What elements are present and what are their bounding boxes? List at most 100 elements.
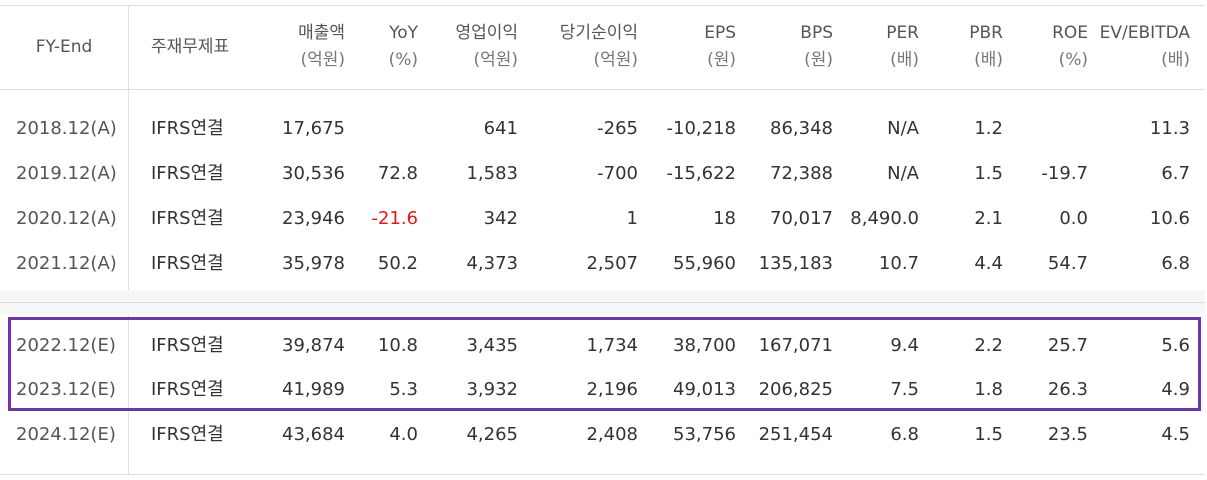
- header-label: YoY: [389, 23, 418, 43]
- header-eps: EPS (원): [660, 20, 736, 74]
- cell-per: N/A: [887, 118, 919, 139]
- header-yoy: YoY (%): [350, 20, 418, 74]
- cell-ev-ebitda: 11.3: [1149, 118, 1190, 139]
- cell-ev-ebitda: 4.5: [1161, 424, 1190, 445]
- cell-op-income: 641: [483, 118, 518, 139]
- header-label: BPS: [800, 23, 833, 43]
- cell-roe: 54.7: [1047, 253, 1088, 274]
- cell-eps: 53,756: [673, 424, 736, 445]
- header-net-income: 당기순이익 (억원): [528, 20, 638, 74]
- cell-roe: 0.0: [1059, 208, 1088, 229]
- cell-eps: -10,218: [666, 118, 736, 139]
- header-unit: (억원): [593, 50, 638, 70]
- cell-op-income: 342: [483, 208, 518, 229]
- cell-sales: 35,978: [282, 253, 345, 274]
- cell-sales: 30,536: [282, 163, 345, 184]
- header-label: 주재무제표: [151, 37, 230, 57]
- header-unit: (억원): [473, 50, 518, 70]
- header-bottom-border: [0, 89, 1205, 90]
- cell-op-income: 4,373: [466, 253, 518, 274]
- cell-yoy: 72.8: [377, 163, 418, 184]
- cell-bps: 70,017: [770, 208, 833, 229]
- header-label: PBR: [969, 23, 1003, 43]
- header-unit: (원): [804, 50, 833, 70]
- header-ev-ebitda: EV/EBITDA (배): [1095, 20, 1190, 74]
- cell-op-income: 4,265: [466, 424, 518, 445]
- table-row: 2019.12(A) IFRS연결 30,536 72.8 1,583 -700 -15,6…: [0, 159, 1205, 189]
- cell-standard: IFRS연결: [151, 208, 224, 229]
- table-row: 2018.12(A) IFRS연결 17,675 641 -265 -10,218 86,3…: [0, 114, 1205, 144]
- cell-bps: 86,348: [770, 118, 833, 139]
- header-bps: BPS (원): [750, 20, 833, 74]
- financial-summary-table: FY-End 주재무제표 매출액 (억원) YoY (%) 영업이익 (억원) …: [0, 0, 1207, 480]
- cell-per: 10.7: [878, 253, 919, 274]
- cell-pbr: 4.4: [974, 253, 1003, 274]
- table-row: 2024.12(E) IFRS연결 43,684 4.0 4,265 2,408 53,75…: [0, 420, 1205, 450]
- cell-fy-end: 2020.12(A): [16, 208, 117, 229]
- header-unit: (%): [1058, 50, 1088, 70]
- cell-ev-ebitda: 6.8: [1161, 253, 1190, 274]
- header-label: EPS: [704, 23, 736, 43]
- cell-yoy: -21.6: [371, 208, 418, 229]
- cell-bps: 251,454: [758, 424, 833, 445]
- header-unit: (%): [388, 50, 418, 70]
- header-label: 영업이익: [455, 23, 518, 43]
- cell-yoy: 50.2: [377, 253, 418, 274]
- cell-yoy: 4.0: [389, 424, 418, 445]
- header-per: PER (배): [845, 20, 919, 74]
- cell-bps: 72,388: [770, 163, 833, 184]
- header-unit: (원): [707, 50, 736, 70]
- header-unit: (억원): [300, 50, 345, 70]
- header-label: PER: [886, 23, 919, 43]
- header-sales: 매출액 (억원): [255, 20, 345, 74]
- header-unit: (배): [890, 50, 919, 70]
- cell-roe: 23.5: [1047, 424, 1088, 445]
- header-label: ROE: [1052, 23, 1088, 43]
- header-fy-end: FY-End: [20, 34, 108, 61]
- header-pbr: PBR (배): [935, 20, 1003, 74]
- header-label: FY-End: [35, 37, 93, 57]
- cell-fy-end: 2024.12(E): [16, 424, 116, 445]
- cell-fy-end: 2019.12(A): [16, 163, 117, 184]
- header-label: 매출액: [298, 23, 345, 43]
- cell-sales: 43,684: [282, 424, 345, 445]
- cell-standard: IFRS연결: [151, 253, 224, 274]
- cell-ev-ebitda: 6.7: [1161, 163, 1190, 184]
- cell-sales: 17,675: [282, 118, 345, 139]
- header-unit: (배): [974, 50, 1003, 70]
- cell-pbr: 1.2: [974, 118, 1003, 139]
- header-roe: ROE (%): [1020, 20, 1088, 74]
- table-top-border: [0, 5, 1205, 6]
- cell-net-income: 1: [626, 208, 638, 229]
- table-row: 2021.12(A) IFRS연결 35,978 50.2 4,373 2,507 55,9…: [0, 249, 1205, 279]
- cell-standard: IFRS연결: [151, 163, 224, 184]
- header-label: EV/EBITDA: [1099, 23, 1190, 43]
- cell-standard: IFRS연결: [151, 424, 224, 445]
- highlight-box: [8, 317, 1201, 411]
- cell-net-income: 2,507: [586, 253, 638, 274]
- cell-net-income: 2,408: [586, 424, 638, 445]
- cell-sales: 23,946: [282, 208, 345, 229]
- cell-pbr: 1.5: [974, 163, 1003, 184]
- cell-eps: 55,960: [673, 253, 736, 274]
- cell-fy-end: 2021.12(A): [16, 253, 117, 274]
- header-op-income: 영업이익 (억원): [420, 20, 518, 74]
- cell-standard: IFRS연결: [151, 118, 224, 139]
- cell-bps: 135,183: [758, 253, 833, 274]
- cell-per: 8,490.0: [850, 208, 919, 229]
- cell-pbr: 2.1: [974, 208, 1003, 229]
- separator-line: [0, 302, 1205, 303]
- table-row: 2020.12(A) IFRS연결 23,946 -21.6 342 1 18 70,017 8…: [0, 204, 1205, 234]
- table-bottom-border: [0, 474, 1205, 475]
- cell-per: N/A: [887, 163, 919, 184]
- cell-fy-end: 2018.12(A): [16, 118, 117, 139]
- cell-eps: 18: [713, 208, 736, 229]
- header-label: 당기순이익: [559, 23, 638, 43]
- cell-ev-ebitda: 10.6: [1149, 208, 1190, 229]
- cell-roe: -19.7: [1041, 163, 1088, 184]
- cell-net-income: -265: [597, 118, 638, 139]
- cell-per: 6.8: [890, 424, 919, 445]
- cell-net-income: -700: [597, 163, 638, 184]
- header-standard: 주재무제표: [151, 34, 271, 61]
- header-unit: (배): [1161, 50, 1190, 70]
